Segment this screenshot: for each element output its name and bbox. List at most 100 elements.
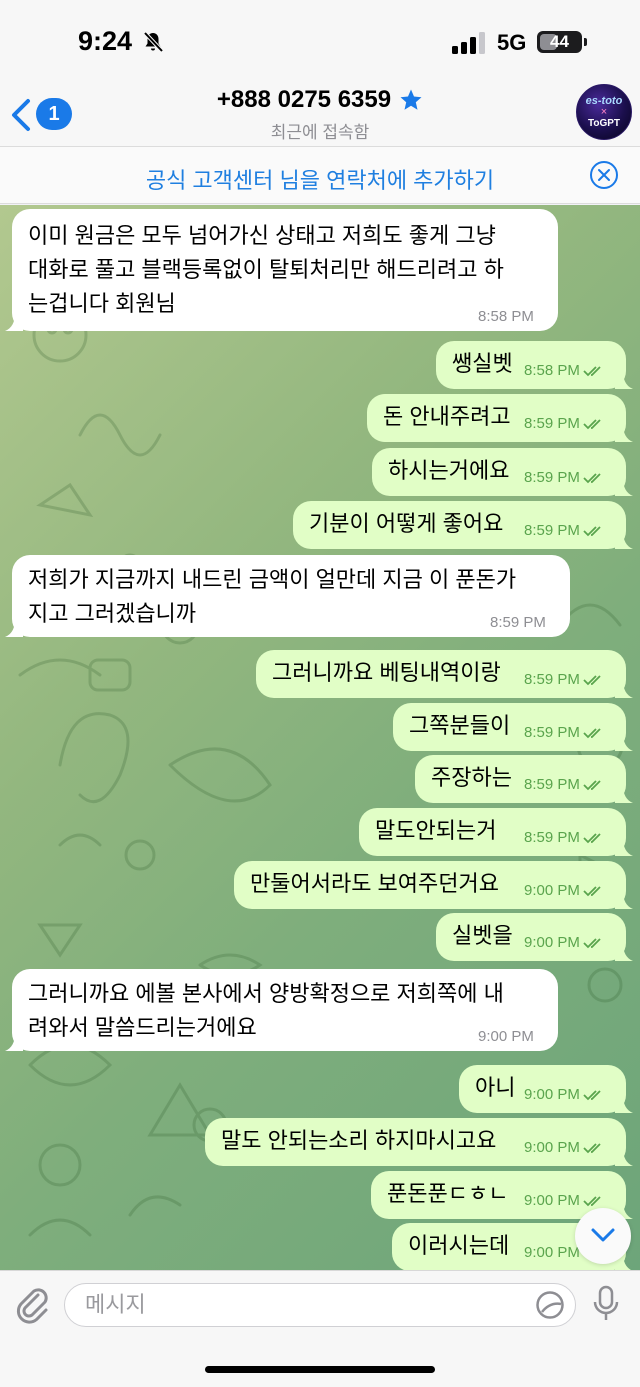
message-time: 8:59 PM [524, 522, 580, 539]
message-line: 돈 안내주려고 [383, 404, 511, 429]
message-line: 실벳을 [452, 923, 513, 948]
message-text: 아니 [475, 1073, 515, 1103]
message-time: 9:00 PM [524, 1086, 580, 1103]
outgoing-message-bubble[interactable]: 돈 안내주려고 8:59 PM [367, 394, 633, 442]
double-check-icon [583, 886, 601, 897]
outgoing-message-bubble[interactable]: 그쪽분들이 8:59 PM [393, 703, 633, 751]
message-text: 주장하는 [431, 763, 512, 793]
add-contact-banner: 공식 고객센터 님을 연락처에 추가하기 [0, 146, 640, 204]
contact-name: +888 0275 6359 [216, 86, 392, 113]
incoming-message-bubble[interactable]: 저희가 지금까지 내드린 금액이 얼만데 지금 이 푼돈가 지고 그러겠습니까 8:… [5, 555, 570, 638]
message-meta: 9:00 PM [524, 876, 605, 906]
last-seen-status: 최근에 접속함 [270, 123, 370, 142]
message-text: 실벳을 [452, 921, 513, 951]
status-time: 9:24 [78, 26, 133, 56]
outgoing-message-bubble[interactable]: 기분이 어떻게 좋어요 8:59 PM [293, 501, 633, 549]
message-meta: 8:58 PM [524, 356, 605, 386]
bubble-tail [615, 680, 633, 698]
network-label: 5G [497, 30, 527, 55]
scroll-down-button[interactable] [575, 1208, 631, 1264]
bubble-tail [615, 424, 633, 442]
double-check-icon [583, 366, 601, 377]
message-input[interactable] [64, 1283, 576, 1327]
message-text: 저희가 지금까지 내드린 금액이 얼만데 지금 이 푼돈가 지고 그러겠습니까 [28, 563, 516, 631]
battery-label: 44 [550, 32, 569, 51]
outgoing-message-bubble[interactable]: 아니 9:00 PM [459, 1065, 633, 1113]
double-check-icon [583, 728, 601, 739]
message-meta: 9:00 PM [478, 1022, 534, 1052]
bubble-tail [615, 891, 633, 909]
paperclip-icon[interactable] [14, 1285, 50, 1325]
bubble-tail [615, 1095, 633, 1113]
message-time: 9:00 PM [478, 1028, 534, 1045]
avatar-text-bottom: ToGPT [587, 118, 621, 129]
message-meta: 8:59 PM [490, 608, 546, 638]
bubble-tail [615, 531, 633, 549]
double-check-icon [583, 1196, 601, 1207]
message-line: 만둘어서라도 보여주던거요 [250, 871, 499, 896]
outgoing-message-bubble[interactable]: 만둘어서라도 보여주던거요 9:00 PM [234, 861, 633, 909]
message-text: 이러시는데 [408, 1231, 509, 1261]
avatar[interactable]: es-toto × ToGPT [576, 84, 632, 140]
message-time: 9:00 PM [524, 1244, 580, 1261]
double-check-icon [583, 526, 601, 537]
message-line: 주장하는 [431, 765, 512, 790]
chevron-down-icon [591, 1228, 615, 1242]
message-line: 기분이 어떻게 좋어요 [309, 511, 504, 536]
message-line: 그쪽분들이 [409, 713, 511, 738]
status-bar: 9:24 5G 44 [0, 0, 640, 84]
message-time: 8:59 PM [524, 671, 580, 688]
message-text: 그러니까요 베팅내역이랑 [272, 658, 501, 688]
outgoing-message-bubble[interactable]: 그러니까요 베팅내역이랑 8:59 PM [256, 650, 633, 698]
message-line: 이미 원금은 모두 넘어가신 상태고 저희도 좋게 그냥 [28, 223, 496, 248]
message-line: 는겁니다 회원님 [28, 291, 176, 316]
message-time: 9:00 PM [524, 882, 580, 899]
message-time: 9:00 PM [524, 1192, 580, 1209]
message-time: 8:59 PM [524, 776, 580, 793]
message-text: 그러니까요 에볼 본사에서 양방확정으로 저희쪽에 내려와서 말씀드리는거에요 [28, 977, 504, 1045]
message-line: 그러니까요 에볼 본사에서 양방확정으로 저희쪽에 내 [28, 981, 504, 1006]
message-text: 하시는거에요 [388, 456, 509, 486]
bubble-tail [615, 733, 633, 751]
message-meta: 8:58 PM [478, 302, 534, 332]
contact-title[interactable]: +888 0275 6359 [0, 86, 640, 114]
microphone-icon[interactable] [592, 1285, 620, 1323]
bubble-tail [615, 478, 633, 496]
bubble-tail [615, 1148, 633, 1166]
message-line: 말도안되는거 [375, 818, 497, 843]
message-line: 하시는거에요 [388, 458, 510, 483]
message-line: 려와서 말씀드리는거에요 [28, 1015, 257, 1040]
incoming-message-bubble[interactable]: 그러니까요 에볼 본사에서 양방확정으로 저희쪽에 내 려와서 말씀드리는거에요 9… [5, 969, 558, 1052]
message-line: 대화로 풀고 블랙등록없이 탈퇴처리만 해드리려고 하 [28, 257, 504, 282]
message-line: 말도 안되는소리 하지마시고요 [221, 1128, 497, 1153]
close-icon[interactable] [589, 160, 619, 190]
outgoing-message-bubble[interactable]: 하시는거에요 8:59 PM [372, 448, 633, 496]
double-check-icon [583, 473, 601, 484]
message-meta: 8:59 PM [524, 770, 605, 800]
message-text: 쌩실벳 [452, 349, 513, 379]
message-text: 이미 원금은 모두 넘어가신 상태고 저희도 좋게 그냥대화로 풀고 블랙등록없… [28, 219, 504, 321]
incoming-message-bubble[interactable]: 이미 원금은 모두 넘어가신 상태고 저희도 좋게 그냥대화로 풀고 블랙등록없… [5, 209, 558, 332]
message-meta: 9:00 PM [524, 1080, 605, 1110]
bubble-tail [5, 619, 23, 637]
message-meta: 8:59 PM [524, 718, 605, 748]
outgoing-message-bubble[interactable]: 말도 안되는소리 하지마시고요 9:00 PM [205, 1118, 633, 1166]
message-time: 9:00 PM [524, 1139, 580, 1156]
double-check-icon [583, 833, 601, 844]
outgoing-message-bubble[interactable]: 말도안되는거 8:59 PM [359, 808, 633, 856]
battery-indicator: 44 [537, 31, 582, 53]
double-check-icon [583, 675, 601, 686]
message-list[interactable]: 이미 원금은 모두 넘어가신 상태고 저희도 좋게 그냥대화로 풀고 블랙등록없… [0, 205, 640, 1270]
signal-icon [452, 32, 485, 54]
message-meta: 8:59 PM [524, 665, 605, 695]
message-meta: 8:59 PM [524, 409, 605, 439]
sticker-icon[interactable] [535, 1290, 565, 1320]
outgoing-message-bubble[interactable]: 주장하는 8:59 PM [415, 755, 633, 803]
message-text: 그쪽분들이 [409, 711, 510, 741]
message-line: 푼돈푼ㄷㅎㄴ [387, 1181, 509, 1206]
bubble-tail [615, 838, 633, 856]
chat-header: 1 +888 0275 6359 최근에 접속함 es-toto × ToGPT [0, 84, 640, 146]
outgoing-message-bubble[interactable]: 쌩실벳 8:58 PM [436, 341, 633, 389]
add-contact-link[interactable]: 공식 고객센터 님을 연락처에 추가하기 [0, 163, 640, 195]
outgoing-message-bubble[interactable]: 실벳을 9:00 PM [436, 913, 633, 961]
